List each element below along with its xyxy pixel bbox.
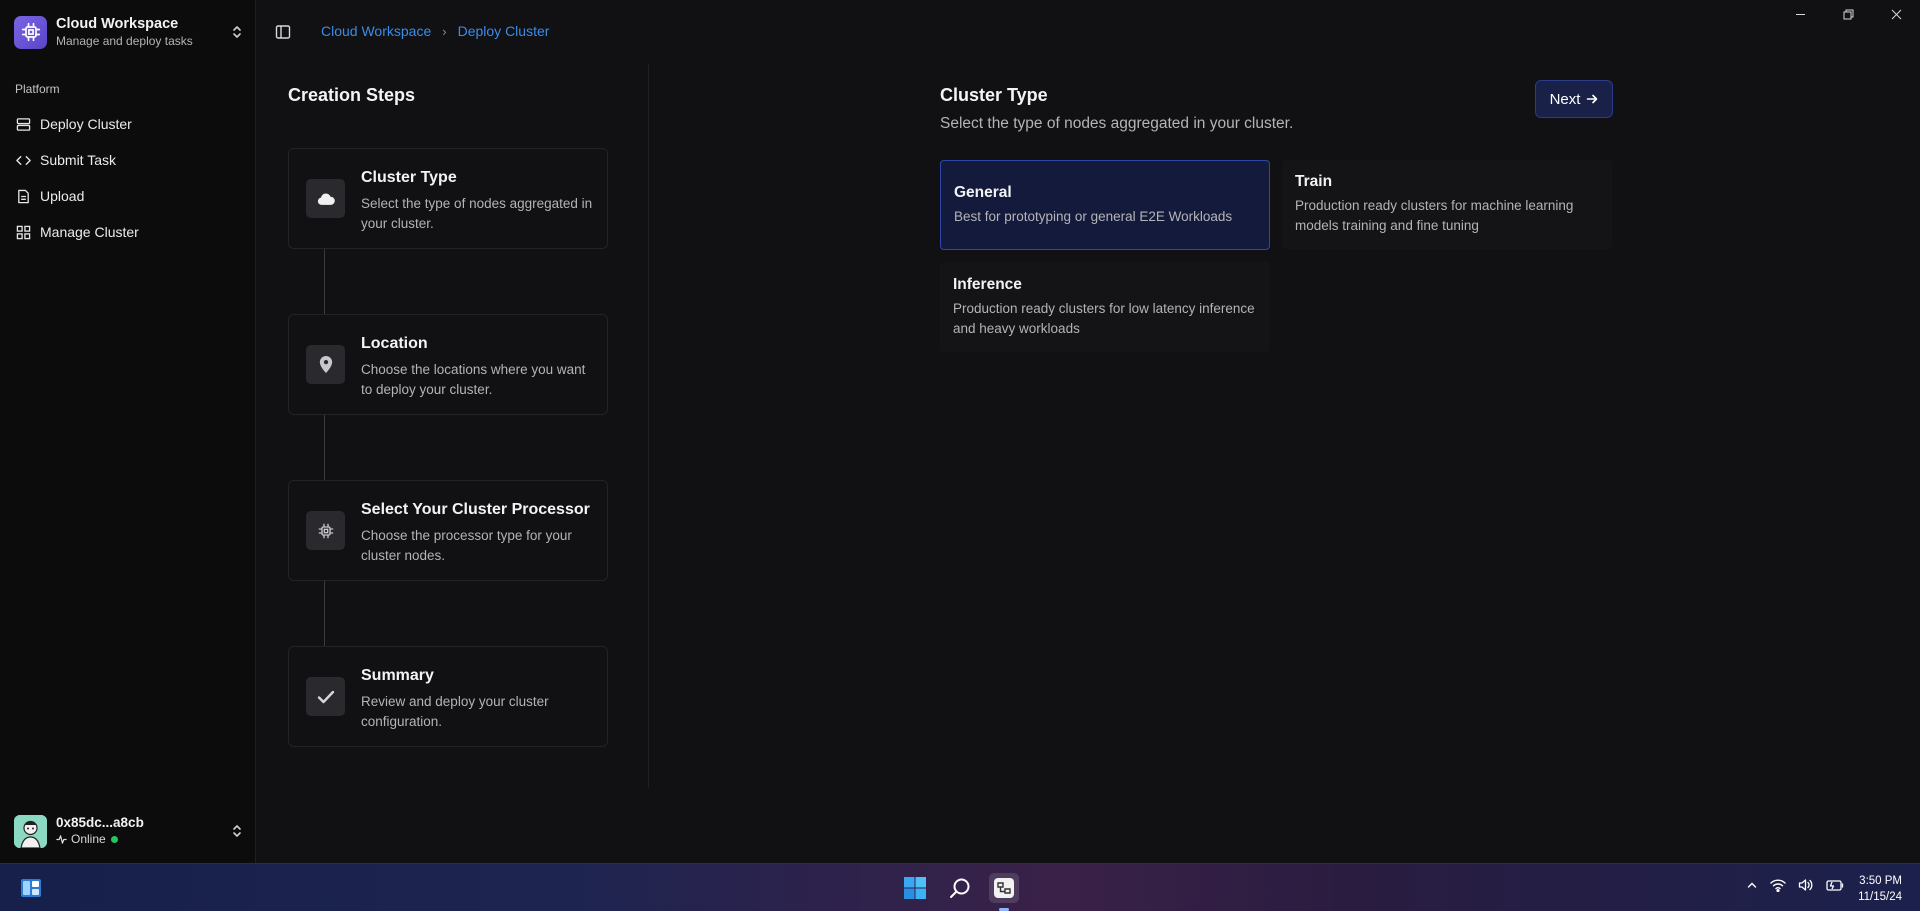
clock-date: 11/15/24 [1858,891,1902,903]
chevron-right-icon: › [442,23,447,39]
battery-icon[interactable] [1826,878,1844,892]
step-title: Cluster Type [361,169,457,186]
windows-start-icon[interactable] [900,873,930,903]
next-button-label: Next [1549,90,1581,108]
step-description: Review and deploy your cluster configura… [361,694,549,729]
option-name: General [954,183,1012,201]
avatar [14,814,47,848]
chevrons-up-down-icon [230,23,244,41]
option-description: Best for prototyping or general E2E Work… [954,208,1233,224]
cluster-type-option-inference[interactable]: Inference Production ready clusters for … [940,262,1270,352]
widgets-icon[interactable] [16,873,46,903]
step-title: Location [361,335,428,352]
cluster-type-option-train[interactable]: Train Production ready clusters for mach… [1282,160,1612,249]
window-controls [1776,0,1920,28]
chevrons-up-down-icon [230,822,244,840]
map-pin-icon [306,345,345,384]
taskbar: 3:50 PM 11/15/24 [0,863,1920,911]
close-icon[interactable] [1872,0,1920,28]
volume-icon[interactable] [1798,878,1814,892]
workspace-subtitle: Manage and deploy tasks [56,34,193,48]
breadcrumb-current-page[interactable]: Deploy Cluster [458,23,550,39]
step-card-processor[interactable]: Select Your Cluster Processor Choose the… [288,480,608,581]
step-description: Select the type of nodes aggregated in y… [361,196,593,231]
server-icon [16,117,31,132]
step-card-summary[interactable]: Summary Review and deploy your cluster c… [288,646,608,747]
step-title: Summary [361,667,434,684]
step-card-location[interactable]: Location Choose the locations where you … [288,314,608,415]
online-status-dot [110,835,118,843]
search-icon[interactable] [945,873,975,903]
cloud-icon [306,179,345,218]
app-taskbar-icon[interactable] [989,873,1019,903]
steps-timeline [324,200,325,696]
arrow-right-icon [1586,93,1598,105]
sidebar-item-label: Deploy Cluster [40,116,132,132]
next-button[interactable]: Next [1535,80,1613,118]
activity-icon [56,834,67,845]
workspace-title: Cloud Workspace [56,15,179,32]
taskbar-clock[interactable]: 3:50 PM 11/15/24 [1858,873,1902,905]
option-name: Inference [953,275,1022,293]
sidebar-section-label: Platform [15,82,60,96]
steps-title: Creation Steps [288,85,416,105]
clock-time: 3:50 PM [1859,875,1902,887]
sidebar-item-upload[interactable]: Upload [10,178,246,214]
cluster-type-option-general[interactable]: General Best for prototyping or general … [940,160,1270,250]
sidebar-nav: Deploy Cluster Submit Task Upload Manage… [10,106,246,250]
column-divider [648,64,649,788]
system-tray [1746,878,1844,892]
chevron-up-icon[interactable] [1746,879,1758,891]
sidebar-item-manage-cluster[interactable]: Manage Cluster [10,214,246,250]
check-icon [306,677,345,716]
sidebar-item-submit-task[interactable]: Submit Task [10,142,246,178]
page-title: Cluster Type [940,85,1048,105]
sidebar: Cloud Workspace Manage and deploy tasks … [0,0,256,863]
option-description: Production ready clusters for low latenc… [953,300,1255,336]
breadcrumb-link-workspace[interactable]: Cloud Workspace [321,23,431,39]
option-name: Train [1295,173,1333,190]
breadcrumb: Cloud Workspace › Deploy Cluster [321,23,549,39]
page-subtitle: Select the type of nodes aggregated in y… [940,115,1294,132]
user-status-text: Online [71,831,106,846]
cpu-logo-icon [14,15,47,49]
wifi-icon[interactable] [1770,878,1786,892]
workspace-switcher[interactable]: Cloud Workspace Manage and deploy tasks [14,14,244,50]
top-bar: Cloud Workspace › Deploy Cluster [256,0,1920,62]
sidebar-item-deploy-cluster[interactable]: Deploy Cluster [10,106,246,142]
step-description: Choose the locations where you want to d… [361,362,586,397]
user-menu[interactable]: 0x85dc...a8cb Online [14,813,244,849]
step-title: Select Your Cluster Processor [361,501,590,518]
sidebar-item-label: Submit Task [40,152,116,168]
restore-icon[interactable] [1824,0,1872,28]
code-icon [16,153,31,168]
option-description: Production ready clusters for machine le… [1295,198,1574,233]
sidebar-item-label: Upload [40,188,85,204]
user-address: 0x85dc...a8cb [56,815,144,831]
minimize-icon[interactable] [1776,0,1824,28]
file-icon [16,189,31,204]
step-description: Choose the processor type for your clust… [361,528,572,563]
cpu-icon [306,511,345,550]
step-card-cluster-type[interactable]: Cluster Type Select the type of nodes ag… [288,148,608,249]
sidebar-item-label: Manage Cluster [40,224,139,240]
sidebar-toggle-icon[interactable] [275,24,291,40]
grid-icon [16,225,31,240]
